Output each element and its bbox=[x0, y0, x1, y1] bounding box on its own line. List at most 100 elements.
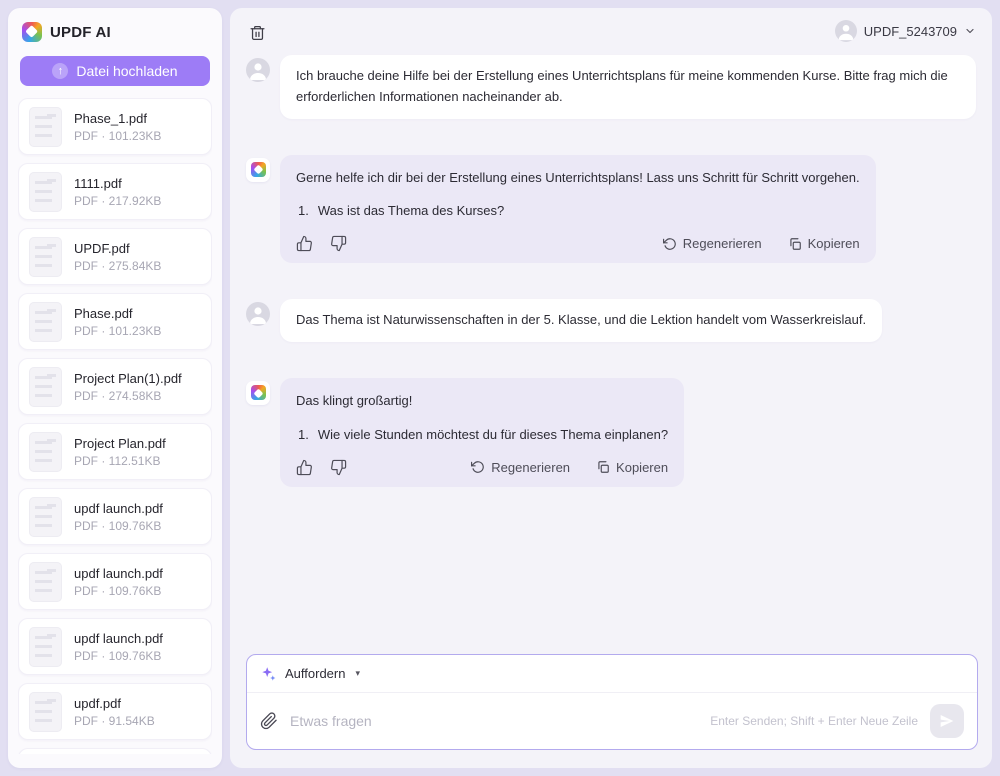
copy-button[interactable]: Kopieren bbox=[788, 236, 860, 251]
ai-message: Gerne helfe ich dir bei der Erstellung e… bbox=[246, 154, 976, 264]
copy-icon bbox=[598, 461, 609, 473]
thumbs-up-icon bbox=[296, 459, 312, 475]
message-text: Das Thema ist Naturwissenschaften in der… bbox=[296, 312, 867, 328]
list-number: 1. bbox=[298, 426, 309, 442]
user-message: Das Thema ist Naturwissenschaften in der… bbox=[246, 299, 976, 342]
copy-button[interactable]: Kopieren bbox=[596, 460, 668, 475]
thumbs-down-button[interactable] bbox=[330, 459, 347, 476]
user-avatar bbox=[246, 302, 270, 327]
file-name: updf launch.pdf bbox=[74, 630, 163, 646]
file-list-item[interactable]: updf launch.pdf PDF · 109.76KB bbox=[18, 553, 212, 610]
copy-icon bbox=[789, 237, 801, 250]
composer: Auffordern ▾ Enter Senden; Shift + Enter… bbox=[246, 654, 978, 750]
user-message: Ich brauche deine Hilfe bei der Erstellu… bbox=[246, 55, 976, 119]
file-list-item[interactable]: Project Plan.pdf PDF · 112.51KB bbox=[18, 423, 212, 480]
pdf-file-icon bbox=[29, 626, 62, 667]
file-meta: PDF · 109.76KB bbox=[74, 583, 162, 598]
pdf-file-icon bbox=[29, 691, 62, 732]
regenerate-icon bbox=[662, 237, 676, 250]
file-meta: PDF · 112.51KB bbox=[74, 453, 161, 468]
prompt-mode-label: Auffordern bbox=[285, 666, 346, 681]
ai-avatar bbox=[246, 157, 270, 182]
message-list: Ich brauche deine Hilfe bei der Erstellu… bbox=[246, 55, 976, 523]
list-number: 1. bbox=[298, 203, 309, 219]
user-avatar bbox=[246, 58, 270, 82]
file-name: Phase.pdf bbox=[74, 305, 133, 321]
file-list-item[interactable]: UPDF.pdf PDF · 275.84KB bbox=[18, 228, 212, 285]
file-meta: PDF · 274.58KB bbox=[74, 388, 162, 403]
sidebar: UPDF AI ↑ Datei hochladen Phase_1.pdf PD… bbox=[8, 8, 222, 768]
chat-input[interactable] bbox=[290, 713, 699, 729]
file-meta: PDF · 101.23KB bbox=[74, 323, 162, 338]
regenerate-icon bbox=[471, 461, 485, 473]
thumbs-down-button[interactable] bbox=[330, 235, 347, 252]
pdf-file-icon bbox=[29, 301, 62, 342]
file-list-item[interactable]: Project Plan(1).pdf PDF · 274.58KB bbox=[18, 358, 212, 415]
user-message-bubble: Ich brauche deine Hilfe bei der Erstellu… bbox=[280, 55, 976, 119]
thumbs-up-button[interactable] bbox=[296, 235, 313, 252]
pdf-file-icon bbox=[29, 106, 62, 147]
list-item-text: Was ist das Thema des Kurses? bbox=[317, 203, 505, 219]
ai-avatar bbox=[246, 380, 270, 405]
brand-row: UPDF AI bbox=[8, 8, 222, 50]
file-list-item-partial[interactable] bbox=[18, 748, 212, 754]
pdf-file-icon bbox=[29, 366, 62, 407]
ai-message-bubble: Gerne helfe ich dir bei der Erstellung e… bbox=[280, 154, 876, 264]
file-meta: PDF · 109.76KB bbox=[74, 648, 162, 663]
delete-chat-button[interactable] bbox=[245, 21, 269, 45]
file-name: updf launch.pdf bbox=[74, 565, 163, 581]
chat-panel: UPDF_5243709 Ich brauche deine Hilfe bei… bbox=[230, 8, 992, 768]
thumbs-up-icon bbox=[296, 236, 312, 252]
regenerate-button[interactable]: Regenerieren bbox=[471, 460, 570, 475]
thumbs-up-button[interactable] bbox=[296, 459, 313, 476]
ai-message: Das klingt großartig! 1. Wie viele Stund… bbox=[246, 377, 976, 487]
thumbs-down-icon bbox=[331, 236, 347, 252]
upload-button-label: Datei hochladen bbox=[76, 63, 178, 79]
trash-icon bbox=[249, 25, 265, 41]
updf-logo-icon bbox=[250, 162, 266, 178]
caret-down-icon: ▾ bbox=[355, 668, 360, 678]
person-icon bbox=[838, 24, 854, 41]
message-text: Ich brauche deine Hilfe bei der Erstellu… bbox=[296, 68, 948, 104]
username-label: UPDF_5243709 bbox=[863, 23, 957, 39]
list-item-text: Wie viele Stunden möchtest du für dieses… bbox=[317, 426, 669, 442]
file-meta: PDF · 101.23KB bbox=[74, 128, 162, 143]
file-list-item[interactable]: updf.pdf PDF · 91.54KB bbox=[18, 683, 212, 740]
pdf-file-icon bbox=[29, 431, 62, 472]
person-icon bbox=[250, 63, 266, 80]
file-list-item[interactable]: Phase.pdf PDF · 101.23KB bbox=[18, 293, 212, 350]
updf-logo-icon bbox=[22, 22, 42, 42]
attachment-icon[interactable] bbox=[260, 712, 278, 730]
file-list-item[interactable]: 1111.pdf PDF · 217.92KB bbox=[18, 163, 212, 220]
upload-arrow-icon: ↑ bbox=[52, 63, 69, 79]
file-name: updf.pdf bbox=[74, 695, 121, 711]
user-message-bubble: Das Thema ist Naturwissenschaften in der… bbox=[280, 299, 883, 342]
file-meta: PDF · 217.92KB bbox=[74, 193, 162, 208]
pdf-file-icon bbox=[29, 496, 62, 537]
message-actions: Regenerieren Kopieren bbox=[296, 235, 860, 252]
regenerate-button[interactable]: Regenerieren bbox=[662, 236, 762, 251]
prompt-mode-dropdown[interactable]: Auffordern ▾ bbox=[247, 655, 977, 693]
thumbs-down-icon bbox=[331, 459, 347, 475]
message-text: Das klingt großartig! bbox=[296, 392, 413, 408]
file-meta: PDF · 91.54KB bbox=[74, 713, 155, 728]
updf-logo-icon bbox=[250, 385, 266, 401]
file-list-item[interactable]: Phase_1.pdf PDF · 101.23KB bbox=[18, 98, 212, 155]
file-list-item[interactable]: updf launch.pdf PDF · 109.76KB bbox=[18, 618, 212, 675]
pdf-file-icon bbox=[29, 171, 62, 212]
file-name: Project Plan(1).pdf bbox=[74, 370, 182, 386]
file-list-item[interactable]: updf launch.pdf PDF · 109.76KB bbox=[18, 488, 212, 545]
user-account-menu[interactable]: UPDF_5243709 bbox=[834, 20, 976, 42]
chevron-down-icon bbox=[966, 28, 974, 34]
enter-hint: Enter Senden; Shift + Enter Neue Zeile bbox=[710, 714, 918, 728]
sparkle-icon bbox=[261, 666, 277, 682]
send-button[interactable] bbox=[930, 704, 964, 738]
ai-message-bubble: Das klingt großartig! 1. Wie viele Stund… bbox=[280, 377, 685, 487]
file-name: UPDF.pdf bbox=[74, 240, 130, 256]
file-name: 1111.pdf bbox=[74, 175, 122, 191]
upload-file-button[interactable]: ↑ Datei hochladen bbox=[20, 56, 210, 86]
file-name: updf launch.pdf bbox=[74, 500, 163, 516]
pdf-file-icon bbox=[29, 561, 62, 602]
file-name: Phase_1.pdf bbox=[74, 110, 148, 126]
pdf-file-icon bbox=[29, 236, 62, 277]
